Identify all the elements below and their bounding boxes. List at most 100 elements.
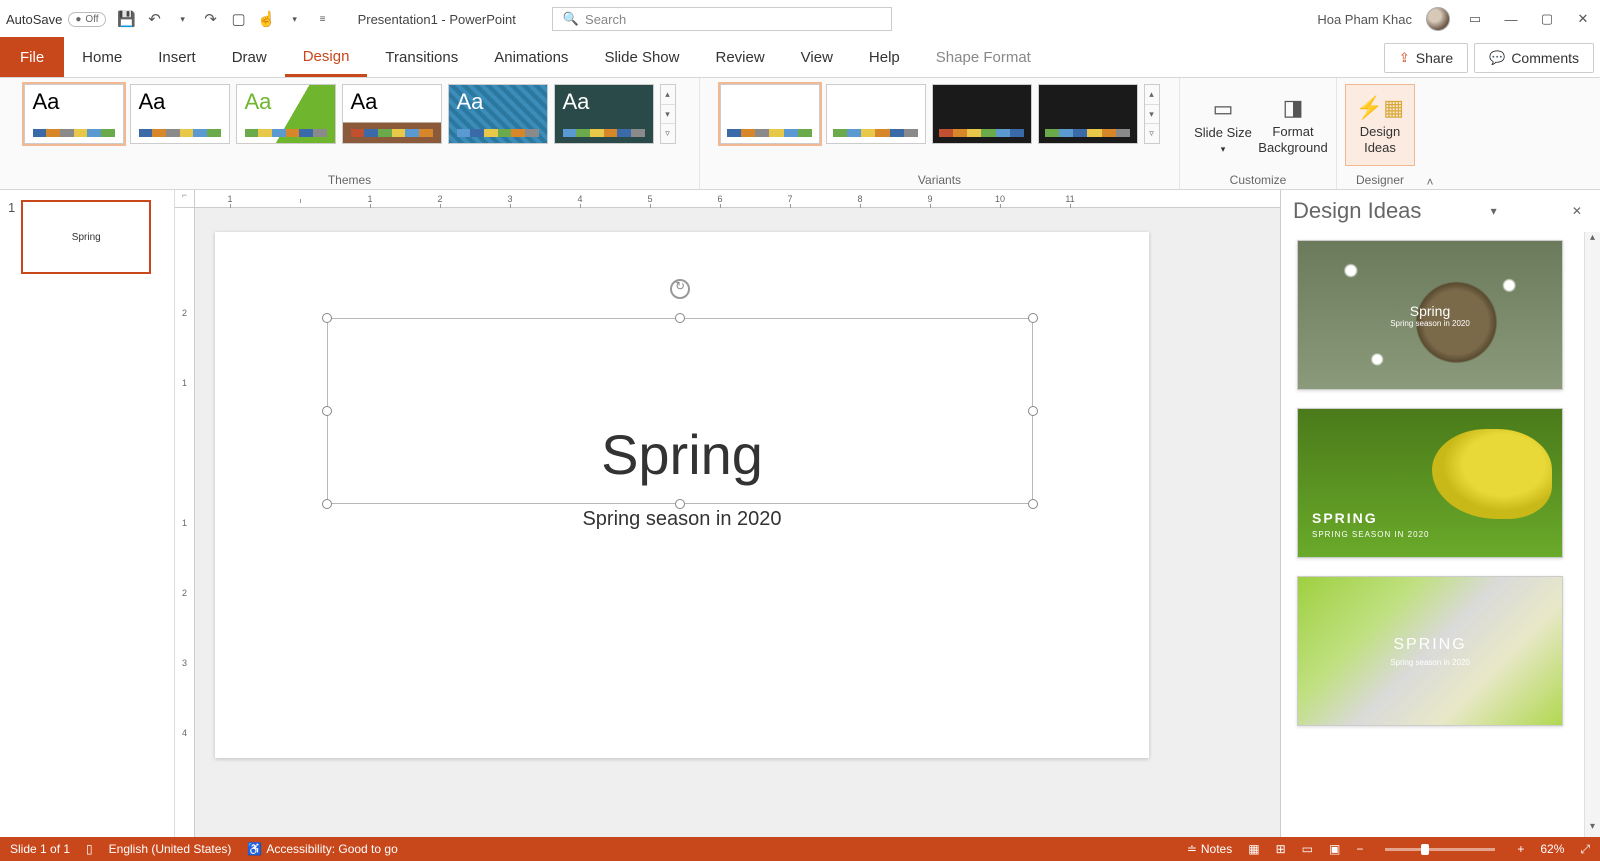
theme-item[interactable]: Aa: [342, 84, 442, 144]
chevron-up-icon: ▴: [1145, 85, 1159, 105]
accessibility-button[interactable]: ♿ Accessibility: Good to go: [247, 842, 397, 856]
resize-handle[interactable]: [1028, 313, 1038, 323]
resize-handle[interactable]: [675, 313, 685, 323]
slide-number: 1: [8, 200, 15, 274]
zoom-level[interactable]: 62%: [1540, 842, 1564, 856]
chevron-up-icon: ▴: [661, 85, 675, 105]
tab-insert[interactable]: Insert: [140, 41, 214, 77]
slide-counter[interactable]: Slide 1 of 1: [10, 842, 70, 856]
theme-item[interactable]: Aa: [448, 84, 548, 144]
chevron-up-icon: ▴: [1585, 232, 1600, 248]
tab-transitions[interactable]: Transitions: [367, 41, 476, 77]
comments-button[interactable]: 💬Comments: [1474, 43, 1594, 73]
design-idea-item[interactable]: Spring Spring season in 2020: [1297, 240, 1563, 390]
resize-handle[interactable]: [1028, 406, 1038, 416]
design-ideas-button[interactable]: ⚡▦Design Ideas: [1345, 84, 1415, 166]
ruler-vertical: 211234: [175, 208, 195, 837]
customize-group-label: Customize: [1230, 173, 1287, 187]
language-button[interactable]: English (United States): [109, 842, 232, 856]
zoom-slider[interactable]: [1385, 848, 1495, 851]
share-icon: ⇪: [1399, 50, 1410, 66]
slide-thumbnail[interactable]: Spring: [21, 200, 151, 274]
slide-title-text[interactable]: Spring: [215, 422, 1149, 487]
zoom-out-icon[interactable]: −: [1356, 842, 1363, 856]
customize-qat-icon[interactable]: ≡: [314, 10, 332, 28]
variant-item[interactable]: [1038, 84, 1138, 144]
pane-close-icon[interactable]: ✕: [1566, 204, 1588, 218]
avatar[interactable]: [1426, 7, 1450, 31]
expand-icon: ▿: [661, 124, 675, 143]
comment-icon: 💬: [1489, 50, 1505, 66]
normal-view-icon[interactable]: ▦: [1248, 842, 1259, 856]
chevron-down-icon[interactable]: ▾: [286, 10, 304, 28]
quick-access-toolbar: 💾 ↶ ▾ ↷ ▢ ☝ ▾ ≡: [118, 10, 332, 28]
design-idea-item[interactable]: SPRING Spring season in 2020: [1297, 576, 1563, 726]
autosave-label: AutoSave: [6, 12, 62, 27]
format-background-button[interactable]: ◨Format Background: [1258, 84, 1328, 166]
design-ideas-pane: Design Ideas ▾ ✕ Spring Spring season in…: [1280, 190, 1600, 837]
touch-icon[interactable]: ☝: [258, 10, 276, 28]
variant-item[interactable]: [720, 84, 820, 144]
tab-shape-format[interactable]: Shape Format: [918, 41, 1049, 77]
minimize-icon[interactable]: —: [1500, 12, 1522, 27]
close-icon[interactable]: ✕: [1572, 11, 1594, 27]
reading-view-icon[interactable]: ▭: [1302, 842, 1313, 856]
canvas-area[interactable]: ⌐ 11234567891011 211234 Spring Spring se…: [175, 190, 1280, 837]
slideshow-view-icon[interactable]: ▣: [1329, 842, 1340, 856]
collapse-ribbon-icon[interactable]: ˄: [1423, 175, 1443, 189]
status-bar: Slide 1 of 1 ▯ English (United States) ♿…: [0, 837, 1600, 861]
spell-check-icon[interactable]: ▯: [86, 842, 93, 856]
slide-sorter-icon[interactable]: ⊞: [1276, 842, 1286, 856]
search-icon: 🔍: [563, 11, 579, 27]
slide-subtitle-text[interactable]: Spring season in 2020: [215, 508, 1149, 531]
share-button[interactable]: ⇪Share: [1384, 43, 1468, 73]
ribbon-display-icon[interactable]: ▭: [1464, 11, 1486, 27]
design-idea-item[interactable]: SPRINGSPRING SEASON IN 2020: [1297, 408, 1563, 558]
autosave-toggle[interactable]: ● Off: [68, 12, 105, 27]
variants-gallery-scroll[interactable]: ▴▾▿: [1144, 84, 1160, 144]
variant-item[interactable]: [932, 84, 1032, 144]
user-name[interactable]: Hoa Pham Khac: [1317, 12, 1412, 27]
tab-file[interactable]: File: [0, 37, 64, 77]
chevron-down-icon[interactable]: ▾: [174, 10, 192, 28]
tab-design[interactable]: Design: [285, 40, 368, 77]
present-icon[interactable]: ▢: [230, 10, 248, 28]
redo-icon[interactable]: ↷: [202, 10, 220, 28]
pane-scrollbar[interactable]: ▴ ▾: [1584, 232, 1600, 837]
maximize-icon[interactable]: ▢: [1536, 11, 1558, 27]
rotate-handle[interactable]: [670, 279, 690, 299]
save-icon[interactable]: 💾: [118, 10, 136, 28]
tab-view[interactable]: View: [783, 41, 851, 77]
search-input[interactable]: 🔍 Search: [552, 7, 892, 31]
variants-group-label: Variants: [918, 173, 961, 187]
tab-slideshow[interactable]: Slide Show: [586, 41, 697, 77]
pane-dropdown-icon[interactable]: ▾: [1485, 204, 1503, 218]
resize-handle[interactable]: [322, 406, 332, 416]
tab-animations[interactable]: Animations: [476, 41, 586, 77]
theme-item[interactable]: Aa: [554, 84, 654, 144]
ruler-corner: ⌐: [175, 190, 195, 208]
slide-size-icon: ▭: [1213, 96, 1234, 122]
variant-item[interactable]: [826, 84, 926, 144]
tab-draw[interactable]: Draw: [214, 41, 285, 77]
theme-item[interactable]: Aa: [130, 84, 230, 144]
tab-help[interactable]: Help: [851, 41, 918, 77]
zoom-in-icon[interactable]: +: [1517, 842, 1524, 856]
theme-item[interactable]: Aa: [236, 84, 336, 144]
chevron-down-icon: ▾: [661, 105, 675, 125]
notes-button[interactable]: ≐ Notes: [1187, 842, 1232, 856]
tab-review[interactable]: Review: [697, 41, 782, 77]
slide-thumbnails-panel: 1 Spring: [0, 190, 175, 837]
design-ideas-icon: ⚡▦: [1356, 95, 1404, 121]
theme-office[interactable]: Aa: [24, 84, 124, 144]
document-title: Presentation1 - PowerPoint: [358, 12, 516, 27]
undo-icon[interactable]: ↶: [146, 10, 164, 28]
fit-to-window-icon[interactable]: ⤢: [1580, 842, 1590, 857]
tab-home[interactable]: Home: [64, 41, 140, 77]
expand-icon: ▿: [1145, 124, 1159, 143]
themes-gallery-scroll[interactable]: ▴▾▿: [660, 84, 676, 144]
resize-handle[interactable]: [322, 313, 332, 323]
slide-size-button[interactable]: ▭Slide Size▾: [1188, 84, 1258, 166]
slide-canvas[interactable]: Spring Spring season in 2020: [215, 232, 1149, 758]
work-area: 1 Spring ⌐ 11234567891011 211234 Spring …: [0, 190, 1600, 837]
